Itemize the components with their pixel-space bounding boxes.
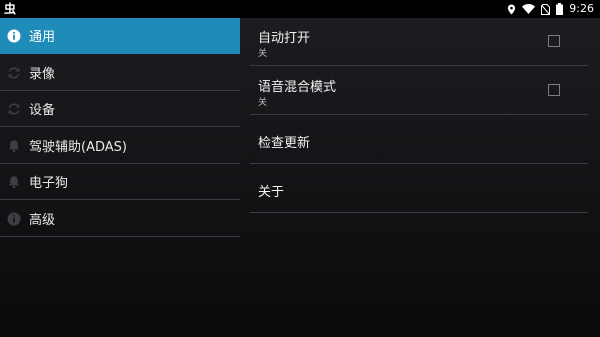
setting-voice-mix-mode[interactable]: 语音混合模式 关 bbox=[250, 67, 588, 115]
setting-about[interactable]: 关于 bbox=[250, 165, 588, 213]
category-label: 驾驶辅助(ADAS) bbox=[29, 140, 127, 155]
category-list: 通用 录像 设备 驾驶辅助(ADAS) 电子狗 高级 bbox=[0, 18, 240, 337]
category-general[interactable]: 通用 bbox=[0, 18, 240, 54]
info-icon bbox=[7, 29, 21, 43]
setting-title: 关于 bbox=[258, 185, 285, 200]
setting-title: 检查更新 bbox=[258, 136, 311, 151]
sync-icon bbox=[7, 66, 21, 80]
settings-screen: 虫 9:26 通用 录像 设备 驾驶辅助(ADAS) 电子狗 高级 自动打开 关… bbox=[0, 0, 600, 337]
wifi-icon bbox=[522, 0, 536, 18]
setting-title: 语音混合模式 bbox=[258, 80, 337, 95]
category-label: 设备 bbox=[29, 103, 56, 118]
category-speed-camera[interactable]: 电子狗 bbox=[0, 164, 240, 200]
category-label: 高级 bbox=[29, 213, 56, 228]
sync-icon bbox=[7, 102, 21, 116]
auto-open-checkbox[interactable] bbox=[548, 35, 560, 47]
category-label: 通用 bbox=[29, 30, 56, 45]
app-notification-icon: 虫 bbox=[4, 2, 17, 16]
status-bar-right: 9:26 bbox=[507, 0, 594, 18]
clock: 9:26 bbox=[569, 2, 594, 15]
no-sim-icon bbox=[541, 0, 551, 18]
category-adas[interactable]: 驾驶辅助(ADAS) bbox=[0, 128, 240, 164]
location-icon bbox=[507, 0, 516, 18]
category-label: 电子狗 bbox=[29, 176, 69, 191]
voice-mix-mode-checkbox[interactable] bbox=[548, 84, 560, 96]
bell-icon bbox=[7, 175, 21, 189]
setting-summary: 关 bbox=[258, 49, 268, 59]
info-icon bbox=[7, 212, 21, 226]
setting-auto-open[interactable]: 自动打开 关 bbox=[250, 18, 588, 66]
setting-title: 自动打开 bbox=[258, 31, 311, 46]
category-label: 录像 bbox=[29, 67, 56, 82]
category-recording[interactable]: 录像 bbox=[0, 55, 240, 91]
battery-icon bbox=[556, 0, 564, 18]
settings-list: 自动打开 关 语音混合模式 关 检查更新 关于 bbox=[250, 18, 588, 337]
category-advanced[interactable]: 高级 bbox=[0, 201, 240, 237]
category-device[interactable]: 设备 bbox=[0, 91, 240, 127]
status-bar: 虫 9:26 bbox=[0, 0, 600, 18]
setting-check-update[interactable]: 检查更新 bbox=[250, 116, 588, 164]
bell-icon bbox=[7, 139, 21, 153]
setting-summary: 关 bbox=[258, 98, 268, 108]
status-bar-left: 虫 bbox=[4, 0, 16, 18]
